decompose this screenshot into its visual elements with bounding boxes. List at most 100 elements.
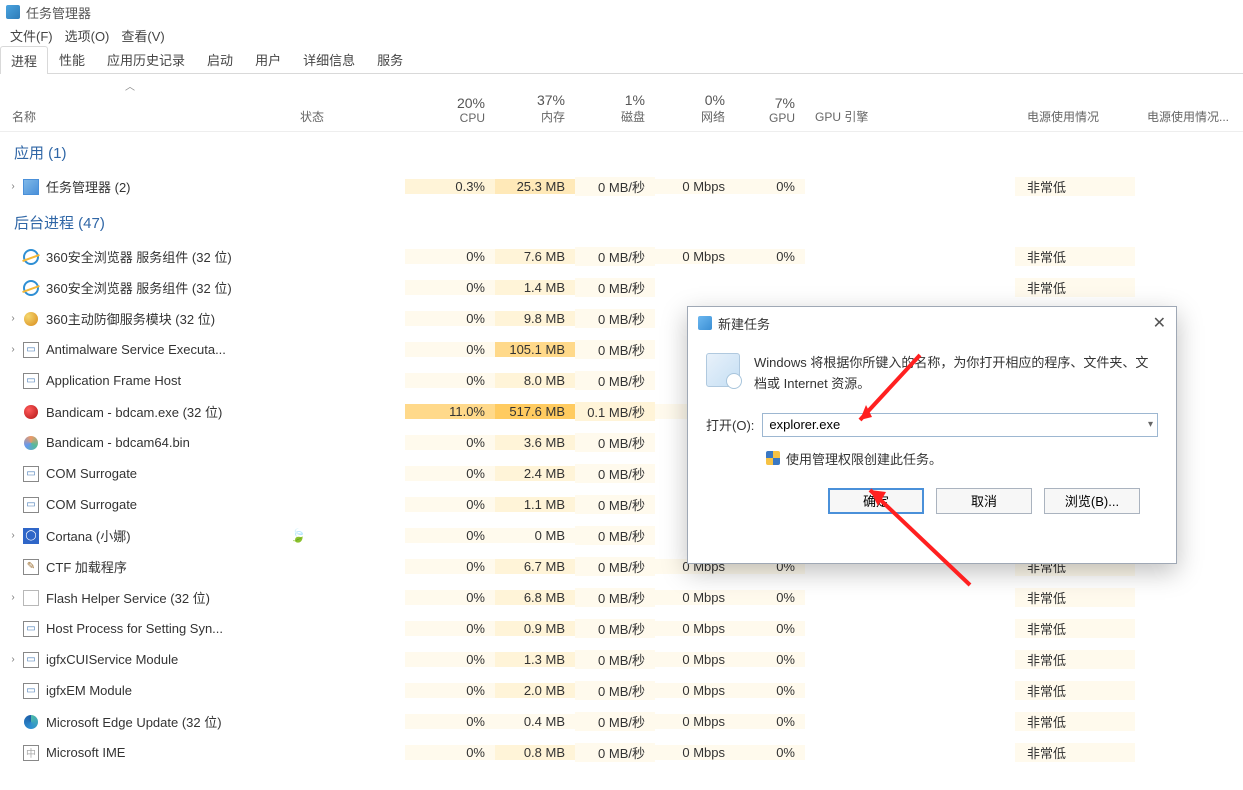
col-gpuengine[interactable]: GPU 引擎 — [805, 104, 1015, 131]
col-name[interactable]: 名称 — [0, 104, 290, 131]
col-cpu[interactable]: 20%CPU — [405, 91, 495, 131]
expand-icon[interactable]: › — [6, 313, 20, 324]
process-row[interactable]: › 任务管理器 (2) 0.3% 25.3 MB 0 MB/秒 0 Mbps 0… — [0, 171, 1243, 202]
leaf-icon: 🍃 — [290, 528, 306, 543]
close-icon[interactable]: ✕ — [1153, 313, 1166, 333]
cell: 0% — [735, 179, 805, 194]
menu-file[interactable]: 文件(F) — [6, 25, 57, 46]
process-row[interactable]: › ▭ igfxCUIService Module 0% 1.3 MB 0 MB… — [0, 644, 1243, 675]
menu-options[interactable]: 选项(O) — [61, 25, 114, 46]
dialog-titlebar[interactable]: 新建任务 ✕ — [688, 307, 1176, 339]
cell: 0% — [405, 466, 495, 481]
cell: 1.3 MB — [495, 652, 575, 667]
process-row[interactable]: ▭ igfxEM Module 0% 2.0 MB 0 MB/秒 0 Mbps … — [0, 675, 1243, 706]
tab-users[interactable]: 用户 — [244, 45, 292, 73]
process-row[interactable]: 360安全浏览器 服务组件 (32 位) 0% 1.4 MB 0 MB/秒 非常… — [0, 272, 1243, 303]
cell: 6.8 MB — [495, 590, 575, 605]
menu-view[interactable]: 查看(V) — [117, 25, 168, 46]
section-apps: 应用 (1) — [0, 132, 1243, 171]
process-row[interactable]: Microsoft Edge Update (32 位) 0% 0.4 MB 0… — [0, 706, 1243, 737]
process-name: Host Process for Setting Syn... — [46, 621, 223, 636]
expand-icon[interactable]: › — [6, 654, 20, 665]
power-cell: 非常低 — [1015, 247, 1135, 266]
cell: 0% — [405, 652, 495, 667]
tab-performance[interactable]: 性能 — [48, 45, 96, 73]
column-headers: ︿ 名称 状态 20%CPU 37%内存 1%磁盘 0%网络 7%GPU GPU… — [0, 74, 1243, 132]
process-name: 任务管理器 (2) — [46, 177, 131, 196]
cell: 9.8 MB — [495, 311, 575, 326]
power-cell: 非常低 — [1015, 650, 1135, 669]
cell: 0 Mbps — [655, 590, 735, 605]
process-icon — [22, 178, 40, 196]
cell: 0 MB/秒 — [575, 588, 655, 607]
process-name: Antimalware Service Executa... — [46, 342, 226, 357]
cell: 0% — [735, 652, 805, 667]
cell: 0% — [735, 249, 805, 264]
col-power-trend[interactable]: 电源使用情况... — [1135, 104, 1243, 131]
process-name: 360安全浏览器 服务组件 (32 位) — [46, 278, 232, 297]
col-status[interactable]: 状态 — [290, 104, 405, 131]
cell: 0 MB/秒 — [575, 743, 655, 762]
tab-apphistory[interactable]: 应用历史记录 — [96, 45, 196, 73]
process-icon: ▭ — [22, 465, 40, 483]
process-name: Cortana (小娜) — [46, 526, 131, 545]
col-mem[interactable]: 37%内存 — [495, 88, 575, 131]
power-cell: 非常低 — [1015, 681, 1135, 700]
open-input[interactable] — [769, 417, 1148, 432]
section-background: 后台进程 (47) — [0, 202, 1243, 241]
process-name: igfxEM Module — [46, 683, 132, 698]
process-row[interactable]: 中 Microsoft IME 0% 0.8 MB 0 MB/秒 0 Mbps … — [0, 737, 1243, 768]
process-row[interactable]: › Flash Helper Service (32 位) 0% 6.8 MB … — [0, 582, 1243, 613]
process-icon: ◯ — [22, 527, 40, 545]
process-icon: ▭ — [22, 651, 40, 669]
cell: 0% — [405, 249, 495, 264]
col-gpu[interactable]: 7%GPU — [735, 91, 805, 131]
expand-icon[interactable]: › — [6, 181, 20, 192]
browse-button[interactable]: 浏览(B)... — [1044, 488, 1140, 514]
ok-button[interactable]: 确定 — [828, 488, 924, 514]
process-row[interactable]: 360安全浏览器 服务组件 (32 位) 0% 7.6 MB 0 MB/秒 0 … — [0, 241, 1243, 272]
process-name: COM Surrogate — [46, 466, 137, 481]
cell: 105.1 MB — [495, 342, 575, 357]
expand-icon[interactable]: › — [6, 592, 20, 603]
cell: 0.3% — [405, 179, 495, 194]
cell: 0 MB/秒 — [575, 371, 655, 390]
power-cell: 非常低 — [1015, 177, 1135, 196]
process-icon: ▭ — [22, 496, 40, 514]
process-icon — [22, 434, 40, 452]
process-icon: ▭ — [22, 682, 40, 700]
cell: 0.9 MB — [495, 621, 575, 636]
col-net[interactable]: 0%网络 — [655, 88, 735, 131]
power-cell: 非常低 — [1015, 712, 1135, 731]
cell: 0 MB/秒 — [575, 340, 655, 359]
open-combobox[interactable]: ▾ — [762, 413, 1158, 437]
cell: 0% — [405, 497, 495, 512]
chevron-down-icon[interactable]: ▾ — [1148, 419, 1153, 430]
cell: 0% — [405, 590, 495, 605]
cell: 0% — [405, 714, 495, 729]
process-icon — [22, 310, 40, 328]
process-icon — [22, 589, 40, 607]
tab-details[interactable]: 详细信息 — [292, 45, 366, 73]
process-icon — [22, 248, 40, 266]
process-name: CTF 加载程序 — [46, 557, 127, 576]
col-power[interactable]: 电源使用情况 — [1015, 104, 1135, 131]
tab-processes[interactable]: 进程 — [0, 46, 48, 74]
cell: 0 MB/秒 — [575, 712, 655, 731]
cancel-button[interactable]: 取消 — [936, 488, 1032, 514]
cell: 0% — [405, 621, 495, 636]
titlebar: 任务管理器 — [0, 0, 1243, 24]
cell: 1.4 MB — [495, 280, 575, 295]
expand-icon[interactable]: › — [6, 344, 20, 355]
cell: 0% — [405, 559, 495, 574]
status-cell: 🍃 — [290, 528, 405, 544]
process-name: Flash Helper Service (32 位) — [46, 588, 210, 607]
tab-services[interactable]: 服务 — [366, 45, 414, 73]
process-icon: 中 — [22, 744, 40, 762]
cell: 0% — [405, 280, 495, 295]
col-disk[interactable]: 1%磁盘 — [575, 88, 655, 131]
process-row[interactable]: ▭ Host Process for Setting Syn... 0% 0.9… — [0, 613, 1243, 644]
cell: 0% — [405, 745, 495, 760]
tab-startup[interactable]: 启动 — [196, 45, 244, 73]
expand-icon[interactable]: › — [6, 530, 20, 541]
